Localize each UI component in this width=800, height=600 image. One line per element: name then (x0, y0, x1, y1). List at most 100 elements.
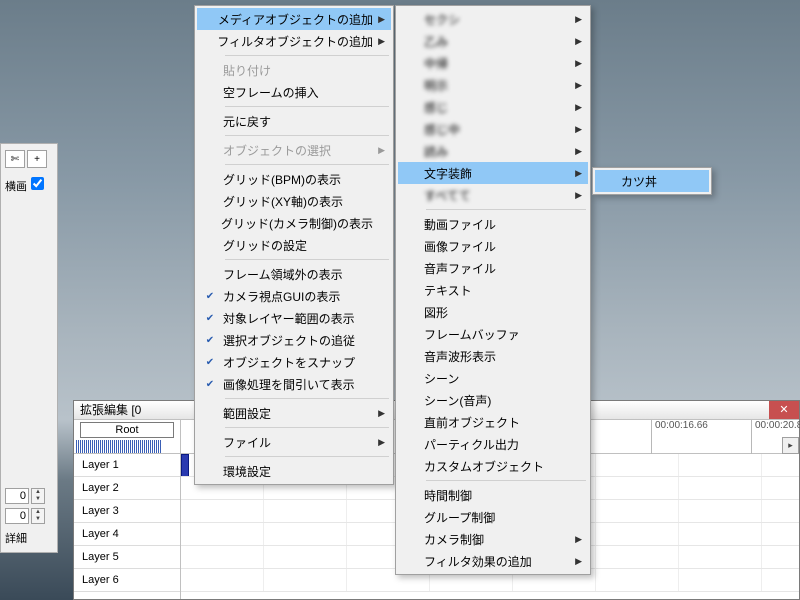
menu-item[interactable]: カスタムオブジェクト (398, 455, 588, 477)
menu-item[interactable]: ✔オブジェクトをスナップ (197, 351, 391, 373)
menu-item[interactable]: フィルタオブジェクトの追加▶ (197, 30, 391, 52)
menu-item[interactable]: 元に戻す (197, 110, 391, 132)
layer-label[interactable]: Layer 4 (74, 523, 180, 546)
menu-item-label: 音声波形表示 (424, 348, 496, 365)
menu-item[interactable]: 環境設定 (197, 460, 391, 482)
menu-item: オブジェクトの選択▶ (197, 139, 391, 161)
layer-label[interactable]: Layer 2 (74, 477, 180, 500)
menu-separator (225, 427, 389, 428)
menu-separator (225, 135, 389, 136)
menu-item[interactable]: 空フレームの挿入 (197, 81, 391, 103)
chevron-right-icon: ▶ (575, 124, 582, 135)
menu-item[interactable]: グループ制御 (398, 506, 588, 528)
side-spinner-2[interactable]: ▲▼ (31, 508, 45, 524)
menu-item[interactable]: 読み▶ (398, 140, 588, 162)
menu-item-label: 文字装飾 (424, 165, 472, 182)
menu-item-label: フレームバッファ (424, 326, 520, 343)
menu-item[interactable]: 画像ファイル (398, 235, 588, 257)
menu-item[interactable]: シーン(音声) (398, 389, 588, 411)
root-button[interactable]: Root (80, 422, 174, 438)
ruler-tick: 00:00:20.83 (751, 420, 800, 454)
menu-item[interactable]: ファイル▶ (197, 431, 391, 453)
menu-item[interactable]: 感じ中▶ (398, 118, 588, 140)
menu-item[interactable]: テキスト (398, 279, 588, 301)
chevron-right-icon: ▶ (378, 408, 385, 419)
side-label-1: 横画 (5, 178, 27, 194)
menu-item[interactable]: グリッド(カメラ制御)の表示 (197, 212, 391, 234)
menu-item[interactable]: 乙み▶ (398, 30, 588, 52)
menu-item: 貼り付け (197, 59, 391, 81)
menu-item[interactable]: ✔カメラ視点GUIの表示 (197, 285, 391, 307)
layer-label[interactable]: Layer 6 (74, 569, 180, 592)
tool-plus-icon[interactable]: + (27, 150, 47, 168)
menu-item[interactable]: 直前オブジェクト (398, 411, 588, 433)
menu-item[interactable]: 文字装飾▶ (398, 162, 588, 184)
check-icon: ✔ (197, 313, 223, 324)
menu-item[interactable]: グリッド(XY軸)の表示 (197, 190, 391, 212)
menu-item-label: 読み (424, 143, 448, 160)
menu-item[interactable]: 明示▶ (398, 74, 588, 96)
menu-separator (426, 480, 586, 481)
check-icon: ✔ (197, 335, 223, 346)
menu-item[interactable]: ✔選択オブジェクトの追従 (197, 329, 391, 351)
menu-item-label: ファイル (223, 434, 271, 451)
chevron-right-icon: ▶ (575, 80, 582, 91)
timeline-waveform (76, 440, 162, 453)
menu-item[interactable]: 範囲設定 ▶ (197, 402, 391, 424)
menu-item-label: シーン (424, 370, 459, 387)
side-detail-link[interactable]: 詳細 (5, 530, 53, 546)
menu-item[interactable]: 音声波形表示 (398, 345, 588, 367)
menu-item-label: 貼り付け (223, 62, 271, 79)
menu-item[interactable]: 中帰▶ (398, 52, 588, 74)
menu-item[interactable]: すべてて▶ (398, 184, 588, 206)
menu-separator (225, 55, 389, 56)
menu-item[interactable]: セクシ▶ (398, 8, 588, 30)
timeline-title-text: 拡張編集 [0 (80, 401, 141, 419)
menu-item[interactable]: グリッドの設定 (197, 234, 391, 256)
menu-item-label: シーン(音声) (424, 392, 491, 409)
menu-item[interactable]: カメラ制御▶ (398, 528, 588, 550)
timeline-layer-list: Root Layer 1 Layer 2 Layer 3 Layer 4 Lay… (74, 420, 181, 599)
context-submenu-media: セクシ▶乙み▶中帰▶明示▶感じ▶感じ中▶読み▶文字装飾▶すべてて▶動画ファイル画… (395, 5, 591, 575)
layer-label[interactable]: Layer 3 (74, 500, 180, 523)
check-icon: ✔ (197, 357, 223, 368)
side-panel: ✄ + 横画 0 ▲▼ 0 ▲▼ 詳細 (0, 143, 58, 553)
menu-item[interactable]: 時間制御 (398, 484, 588, 506)
context-menu: メディアオブジェクトの追加▶フィルタオブジェクトの追加▶ 貼り付け空フレームの挿入… (194, 5, 394, 485)
menu-item-label: 範囲設定 (223, 405, 271, 422)
menu-item[interactable]: ✔対象レイヤー範囲の表示 (197, 307, 391, 329)
menu-item-label: グループ制御 (424, 509, 495, 526)
tool-cut-icon[interactable]: ✄ (5, 150, 25, 168)
menu-item[interactable]: パーティクル出力 (398, 433, 588, 455)
menu-item[interactable]: 動画ファイル (398, 213, 588, 235)
menu-item[interactable]: フレーム領域外の表示 (197, 263, 391, 285)
check-icon: ✔ (197, 291, 223, 302)
chevron-right-icon: ▶ (378, 14, 385, 25)
menu-item[interactable]: 感じ▶ (398, 96, 588, 118)
menu-item-label: オブジェクトをスナップ (223, 354, 355, 371)
side-checkbox-1[interactable] (31, 177, 44, 190)
menu-item[interactable]: メディアオブジェクトの追加▶ (197, 8, 391, 30)
menu-item-label: カメラ制御 (424, 531, 484, 548)
menu-item[interactable]: シーン (398, 367, 588, 389)
side-number-1[interactable]: 0 (5, 488, 29, 504)
layer-label[interactable]: Layer 1 (74, 454, 180, 477)
menu-item[interactable]: グリッド(BPM)の表示 (197, 168, 391, 190)
side-number-2[interactable]: 0 (5, 508, 29, 524)
menu-item[interactable]: フレームバッファ (398, 323, 588, 345)
menu-item[interactable]: フィルタ効果の追加▶ (398, 550, 588, 572)
menu-item[interactable]: カツ丼 (595, 170, 709, 192)
chevron-right-icon: ▶ (575, 556, 582, 567)
check-icon: ✔ (197, 379, 223, 390)
menu-item[interactable]: 図形 (398, 301, 588, 323)
menu-item-label: 空フレームの挿入 (223, 84, 319, 101)
menu-item-label: カツ丼 (621, 173, 657, 190)
menu-item[interactable]: 音声ファイル (398, 257, 588, 279)
layer-label[interactable]: Layer 5 (74, 546, 180, 569)
menu-item[interactable]: ✔画像処理を間引いて表示 (197, 373, 391, 395)
menu-item-label: 選択オブジェクトの追従 (223, 332, 355, 349)
side-spinner-1[interactable]: ▲▼ (31, 488, 45, 504)
menu-item-label: グリッド(XY軸)の表示 (223, 193, 343, 210)
menu-separator (225, 398, 389, 399)
close-button[interactable]: ✕ (769, 401, 799, 419)
